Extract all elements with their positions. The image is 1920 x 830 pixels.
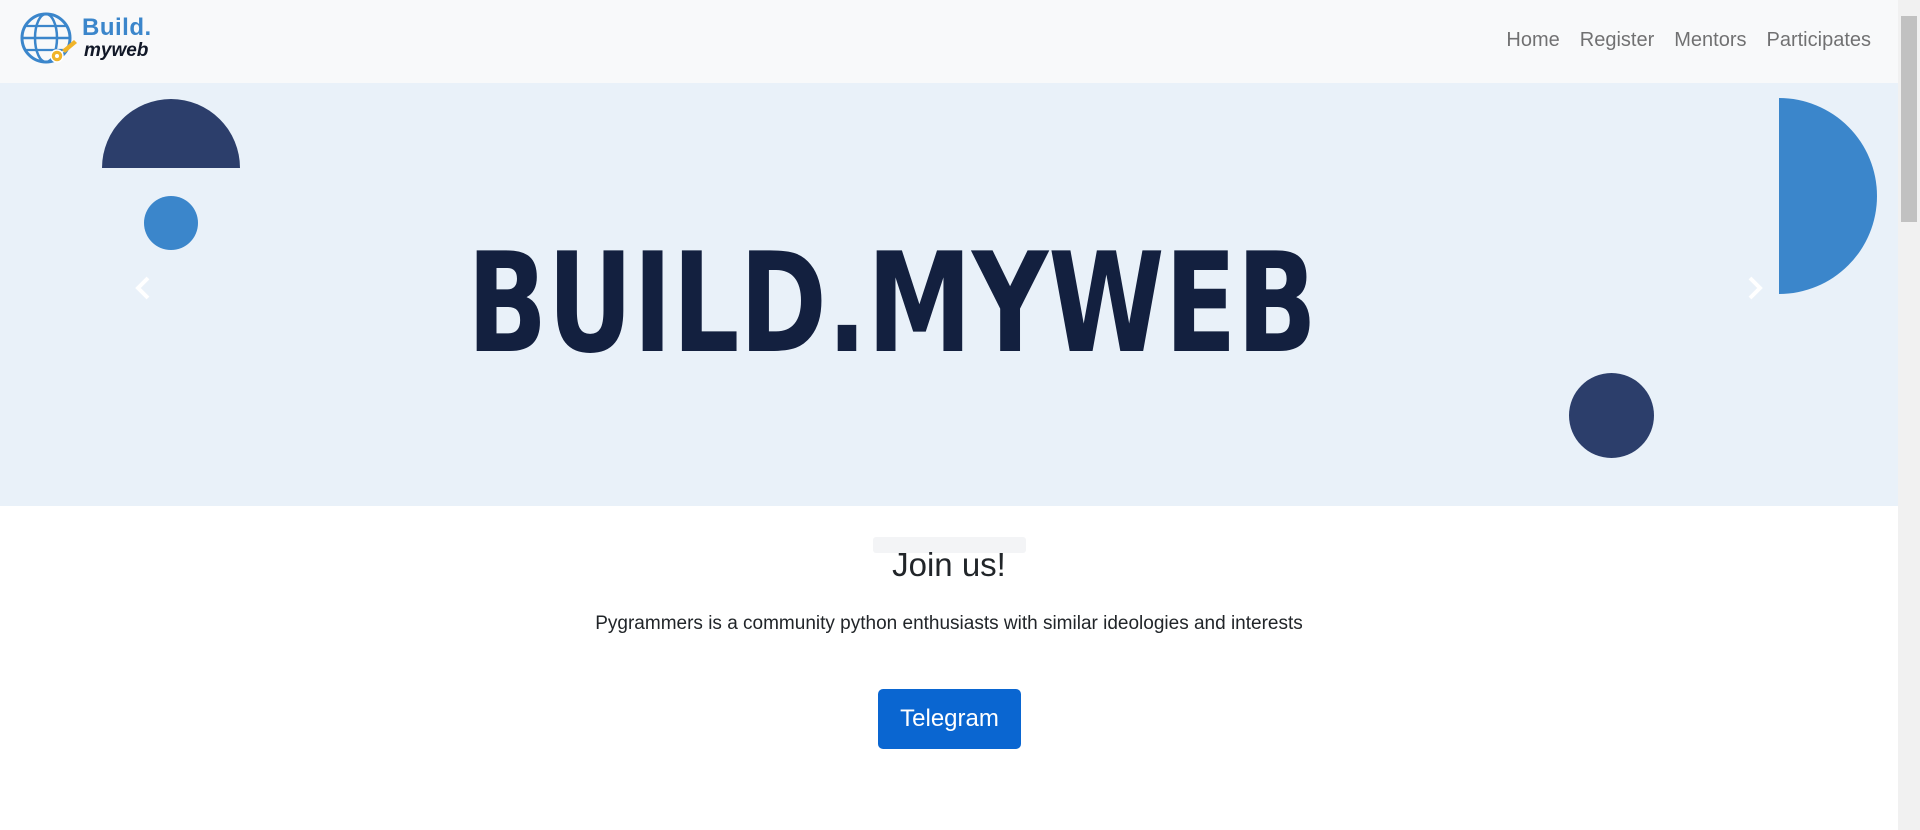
brand-line1: Build.	[82, 14, 152, 41]
decorative-circle	[1569, 373, 1654, 458]
decorative-half-circle-right	[1779, 98, 1877, 294]
carousel-prev-button[interactable]	[128, 273, 158, 303]
main-nav: Home Register Mentors Participates	[1496, 26, 1871, 54]
brand-line2: myweb	[84, 40, 149, 61]
join-description: Pygrammers is a community python enthusi…	[595, 613, 1303, 634]
hero-carousel: BUILD.MYWEB	[0, 83, 1898, 506]
decorative-half-circle	[102, 99, 240, 168]
scrollbar-thumb[interactable]	[1901, 16, 1917, 222]
navbar: Build. myweb Home Register Mentors Parti…	[0, 0, 1898, 83]
chevron-right-icon	[1748, 276, 1763, 300]
nav-home[interactable]: Home	[1496, 26, 1569, 54]
nav-register[interactable]: Register	[1570, 26, 1664, 54]
telegram-button[interactable]: Telegram	[878, 689, 1021, 749]
join-title: Join us!	[892, 546, 1006, 583]
carousel-next-button[interactable]	[1740, 273, 1770, 303]
hero-headline-text: BUILD.MYWEB	[467, 233, 1317, 373]
page-scrollbar[interactable]	[1898, 0, 1920, 830]
brand-logo[interactable]: Build. myweb	[18, 10, 158, 72]
nav-participates[interactable]: Participates	[1757, 26, 1872, 54]
hero-headline: BUILD.MYWEB	[467, 233, 1317, 373]
decorative-small-circle	[144, 196, 198, 250]
globe-wrench-icon	[20, 12, 77, 64]
nav-mentors[interactable]: Mentors	[1664, 26, 1756, 54]
chevron-left-icon	[135, 276, 150, 300]
